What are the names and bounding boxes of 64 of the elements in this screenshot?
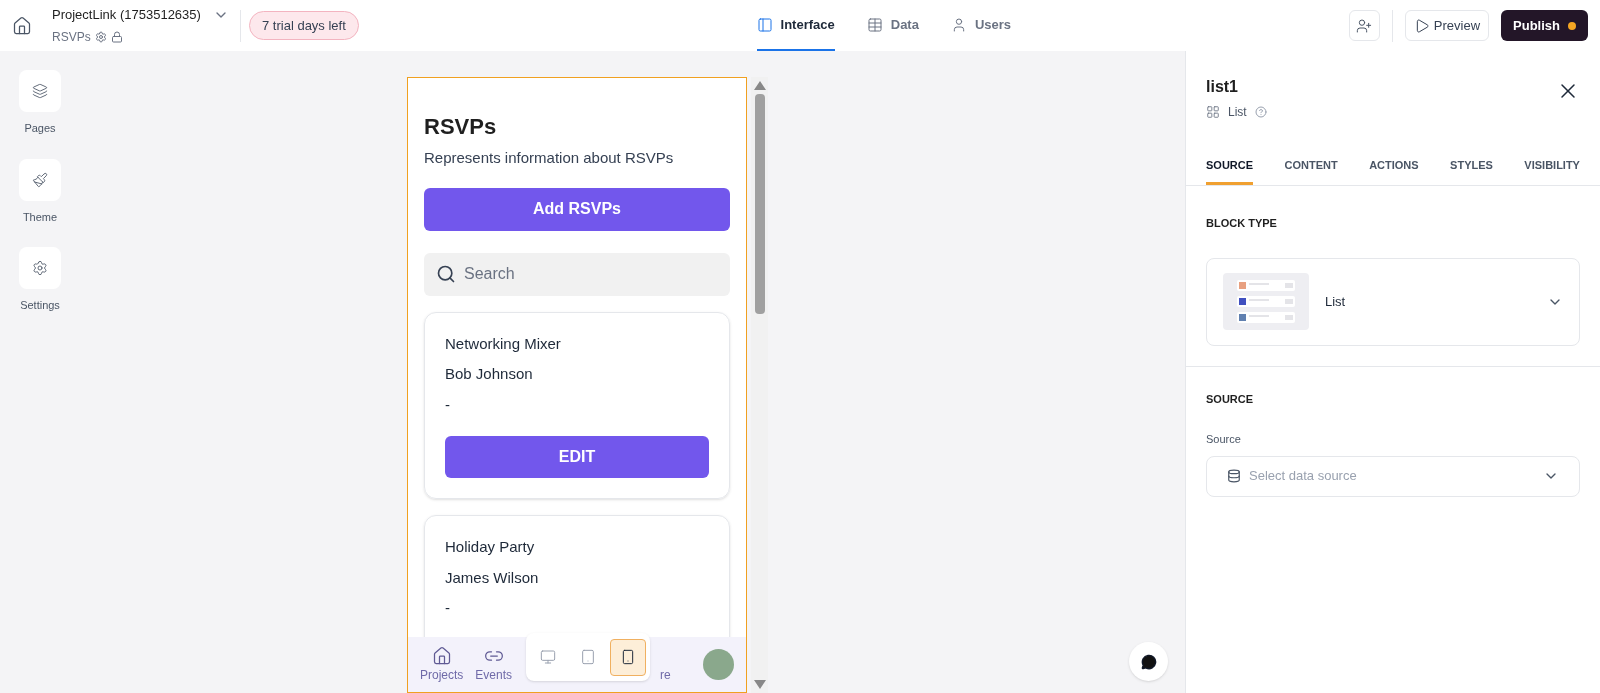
event-name: Holiday Party (445, 537, 536, 557)
user-plus-icon (1356, 17, 1373, 34)
preview-button[interactable]: Preview (1404, 10, 1490, 41)
note-text: - (445, 394, 451, 415)
panel-tab[interactable]: SOURCE (1206, 157, 1254, 185)
guest-name: Bob Johnson (445, 364, 534, 384)
search-icon (436, 263, 456, 284)
guest-name: James Wilson (445, 567, 540, 588)
scroll-down-icon[interactable] (753, 680, 766, 689)
component-title: list1 (1206, 77, 1239, 97)
block-type-select[interactable]: List (1206, 257, 1580, 346)
chat-button[interactable] (1129, 642, 1168, 681)
search-field[interactable]: Search (424, 252, 730, 296)
database-icon (1227, 469, 1241, 483)
sidebar-label: Theme (22, 209, 58, 225)
device-toggle[interactable] (610, 638, 646, 676)
settings-icon (32, 260, 48, 276)
sidebar-label: Settings (20, 298, 60, 313)
desktop-icon (540, 649, 556, 665)
panel-tab[interactable]: VISIBILITY (1524, 157, 1580, 185)
avatar[interactable] (703, 649, 734, 680)
home-icon (431, 645, 452, 666)
paint-roller-icon (32, 171, 48, 188)
grid-icon (1206, 105, 1220, 119)
phone-icon (620, 649, 636, 665)
sidebar-button[interactable] (19, 247, 61, 289)
nav-item[interactable]: Events (475, 645, 513, 684)
edit-button[interactable]: EDIT (445, 436, 709, 478)
panel-tab[interactable]: STYLES (1450, 157, 1493, 185)
note-text: - (445, 598, 451, 618)
panel-tab[interactable]: ACTIONS (1369, 157, 1419, 185)
sidebar-label: Pages (24, 121, 56, 136)
settings-icon[interactable] (94, 31, 107, 44)
panel-tab[interactable]: CONTENT (1284, 157, 1338, 185)
lock-icon[interactable] (110, 31, 123, 44)
layout-icon (756, 16, 773, 33)
field-label: Source (1206, 432, 1242, 447)
tablet-icon (580, 649, 596, 665)
trial-badge: 7 trial days left (249, 10, 359, 41)
nav-tab[interactable]: Users (950, 0, 1012, 51)
table-icon (866, 16, 883, 33)
page-title: RSVPs (424, 113, 498, 141)
component-type: List (1228, 104, 1247, 121)
page-name: RSVPs (52, 29, 91, 47)
nav-tab[interactable]: Data (866, 0, 919, 51)
add-button[interactable]: Add RSVPs (424, 187, 730, 231)
section-heading: SOURCE (1206, 391, 1255, 407)
event-name: Networking Mixer (445, 333, 562, 354)
nav-item[interactable]: re (660, 645, 671, 684)
chat-icon (1140, 653, 1157, 670)
pages-icon (32, 83, 48, 99)
nav-item[interactable]: Projects (420, 645, 464, 684)
scroll-up-icon[interactable] (753, 81, 766, 90)
home-icon[interactable] (12, 15, 32, 36)
help-icon[interactable] (1254, 106, 1267, 118)
sidebar-button[interactable] (19, 158, 61, 201)
sidebar-button[interactable] (19, 70, 61, 112)
project-name: ProjectLink (1753512635) (52, 5, 201, 24)
scrollbar-thumb[interactable] (754, 94, 765, 314)
publish-button[interactable]: Publish (1501, 10, 1588, 41)
section-heading: BLOCK TYPE (1206, 216, 1277, 229)
nav-tab[interactable]: Interface (756, 0, 835, 51)
invite-user-button[interactable] (1348, 10, 1380, 41)
page-subtitle: Represents information about RSVPs (424, 148, 675, 168)
